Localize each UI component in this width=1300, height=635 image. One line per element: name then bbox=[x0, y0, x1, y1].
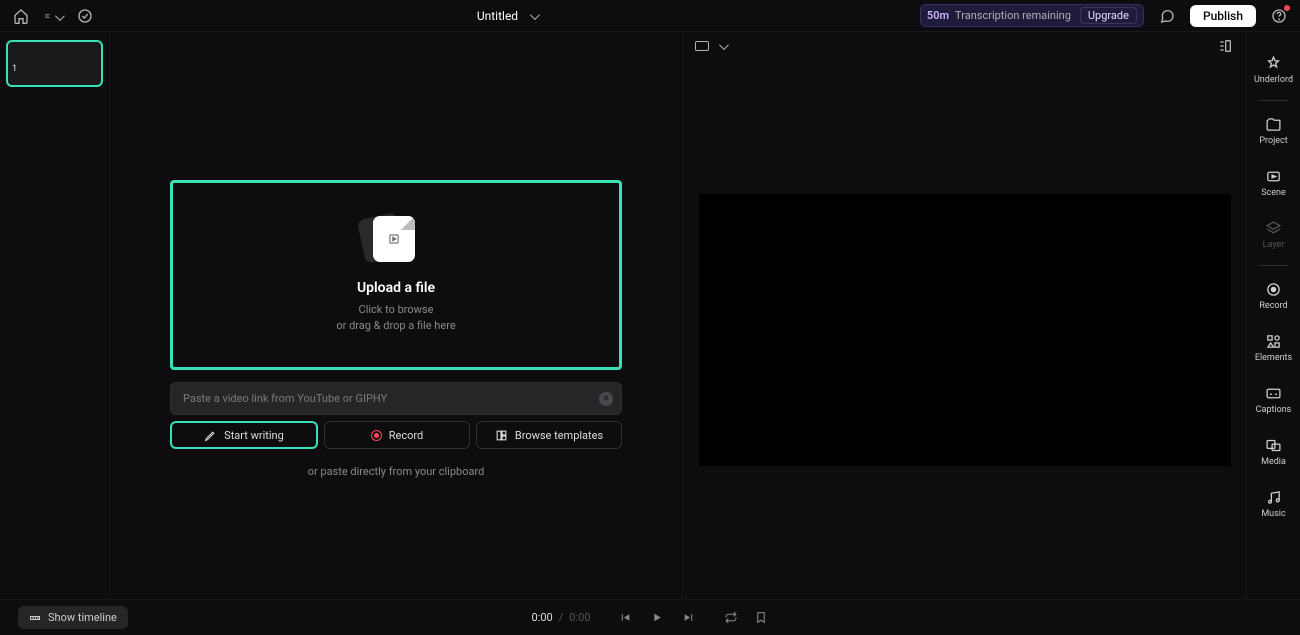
help-icon[interactable] bbox=[1270, 7, 1288, 25]
action-row: Start writing Record Browse templates bbox=[170, 421, 622, 449]
scene-number: 1 bbox=[12, 64, 17, 74]
chat-icon[interactable] bbox=[1158, 7, 1176, 25]
timecode: 0:00 / 0:00 bbox=[532, 611, 769, 625]
sidebar-item-project[interactable]: Project bbox=[1247, 107, 1300, 155]
video-canvas[interactable] bbox=[699, 194, 1231, 466]
clear-icon[interactable]: ✕ bbox=[599, 392, 613, 406]
chevron-down-icon[interactable] bbox=[715, 40, 726, 53]
browse-templates-button[interactable]: Browse templates bbox=[476, 421, 622, 449]
record-icon bbox=[371, 430, 382, 441]
record-button[interactable]: Record bbox=[324, 421, 470, 449]
current-time: 0:00 bbox=[532, 611, 553, 624]
document-title[interactable]: Untitled bbox=[477, 9, 537, 23]
right-sidebar: Underlord Project Scene Layer Record Ele… bbox=[1246, 32, 1300, 599]
aspect-ratio-icon[interactable] bbox=[695, 41, 709, 51]
upload-title: Upload a file bbox=[357, 280, 435, 296]
play-icon[interactable] bbox=[650, 611, 664, 625]
home-icon[interactable] bbox=[12, 7, 30, 25]
transcription-minutes: 50m bbox=[927, 9, 949, 22]
bookmark-icon[interactable] bbox=[754, 611, 768, 625]
main-area: 1 Upload a file Click to browse or drag … bbox=[0, 32, 1300, 599]
menu-icon[interactable] bbox=[44, 7, 62, 25]
templates-icon bbox=[495, 429, 508, 442]
paste-hint: or paste directly from your clipboard bbox=[308, 465, 485, 478]
sidebar-item-music[interactable]: Music bbox=[1247, 480, 1300, 528]
timeline-icon bbox=[29, 612, 41, 624]
sidebar-item-elements[interactable]: Elements bbox=[1247, 324, 1300, 372]
notification-dot bbox=[1284, 5, 1290, 11]
sidebar-item-scene[interactable]: Scene bbox=[1247, 159, 1300, 207]
panel-settings-icon[interactable] bbox=[1216, 37, 1234, 55]
duration: 0:00 bbox=[569, 611, 590, 624]
transcription-label: Transcription remaining bbox=[955, 9, 1071, 22]
bottom-bar: Show timeline 0:00 / 0:00 bbox=[0, 599, 1300, 635]
file-icon bbox=[373, 216, 419, 264]
upload-dropzone[interactable]: Upload a file Click to browse or drag & … bbox=[170, 180, 622, 370]
upgrade-button[interactable]: Upgrade bbox=[1080, 7, 1137, 24]
scene-thumbnail[interactable]: 1 bbox=[6, 40, 103, 87]
pen-icon bbox=[204, 429, 217, 442]
start-writing-button[interactable]: Start writing bbox=[170, 421, 318, 449]
checkmark-circle-icon[interactable] bbox=[76, 7, 94, 25]
publish-button[interactable]: Publish bbox=[1190, 5, 1256, 27]
chevron-down-icon[interactable] bbox=[526, 9, 537, 23]
sidebar-item-media[interactable]: Media bbox=[1247, 428, 1300, 476]
sidebar-item-captions[interactable]: Captions bbox=[1247, 376, 1300, 424]
scene-rail: 1 bbox=[0, 32, 110, 599]
chevron-down-icon bbox=[51, 6, 62, 25]
sidebar-item-layer[interactable]: Layer bbox=[1247, 211, 1300, 259]
upload-subtitle: Click to browse or drag & drop a file he… bbox=[336, 302, 455, 335]
transcription-pill: 50m Transcription remaining Upgrade bbox=[920, 4, 1144, 27]
preview-panel bbox=[682, 32, 1246, 599]
editor-panel: Upload a file Click to browse or drag & … bbox=[110, 32, 682, 599]
show-timeline-button[interactable]: Show timeline bbox=[18, 606, 128, 629]
video-link-input[interactable] bbox=[170, 382, 622, 415]
skip-forward-icon[interactable] bbox=[682, 611, 696, 625]
sidebar-item-underlord[interactable]: Underlord bbox=[1247, 46, 1300, 94]
loop-icon[interactable] bbox=[724, 611, 738, 625]
top-bar: Untitled 50m Transcription remaining Upg… bbox=[0, 0, 1300, 32]
sidebar-item-record[interactable]: Record bbox=[1247, 272, 1300, 320]
link-input-wrap: ✕ bbox=[170, 382, 622, 415]
skip-back-icon[interactable] bbox=[618, 611, 632, 625]
title-text: Untitled bbox=[477, 9, 518, 23]
